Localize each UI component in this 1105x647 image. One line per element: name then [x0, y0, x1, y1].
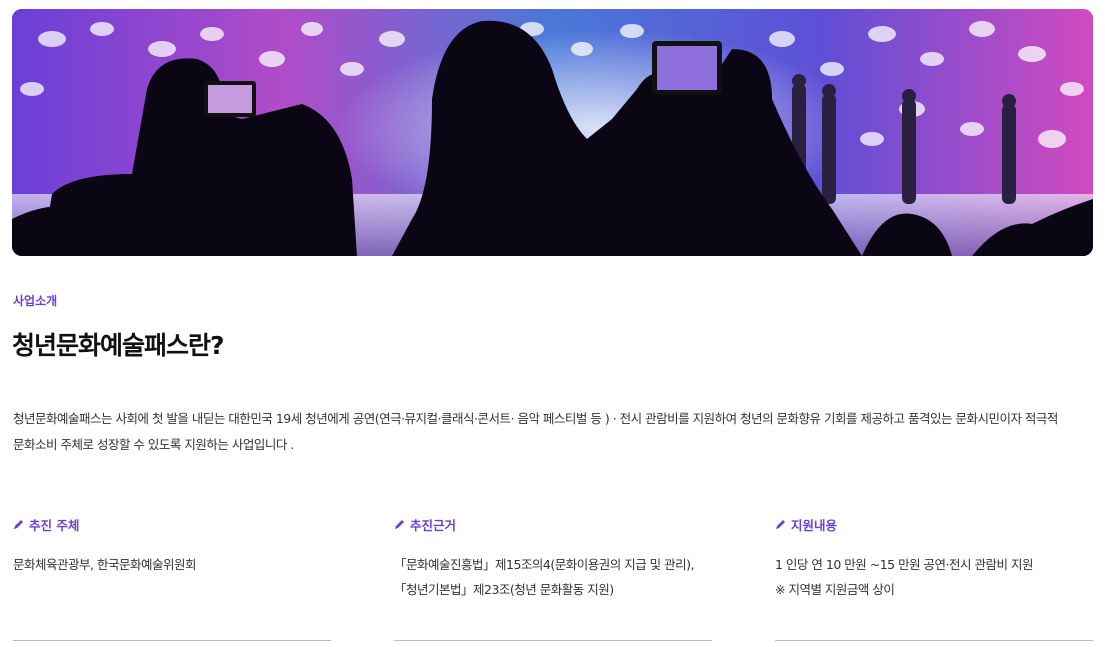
info-column-organizer: 추진 주체 문화체육관광부, 한국문화예술위원회: [13, 514, 331, 641]
info-column-header: 추진근거: [394, 514, 712, 534]
info-column-header: 지원내용: [775, 514, 1093, 534]
pencil-icon: [395, 520, 404, 529]
info-column-body: 「문화예술진흥법」제15조의4(문화이용권의 지급 및 관리), 「청년기본법」…: [394, 552, 712, 602]
divider: [394, 640, 712, 641]
info-line: 「문화예술진흥법」제15조의4(문화이용권의 지급 및 관리),: [394, 557, 695, 572]
hero-banner-image: [12, 9, 1093, 256]
info-line: 문화체육관광부, 한국문화예술위원회: [13, 557, 196, 572]
info-column-body: 문화체육관광부, 한국문화예술위원회: [13, 552, 331, 577]
page-title: 청년문화예술패스란?: [12, 331, 225, 360]
info-line: 1 인당 연 10 만원 ~15 만원 공연·전시 관람비 지원: [775, 557, 1033, 572]
info-column-support: 지원내용 1 인당 연 10 만원 ~15 만원 공연·전시 관람비 지원 ※ …: [775, 514, 1093, 641]
pencil-icon: [776, 520, 785, 529]
info-line: ※ 지역별 지원금액 상이: [775, 582, 895, 597]
description-line: 청년문화예술패스는 사회에 첫 발을 내딛는 대한민국 19세 청년에게 공연(…: [13, 411, 1058, 426]
info-column-label: 추진근거: [410, 517, 457, 533]
info-column-label: 추진 주체: [29, 517, 80, 533]
info-column-label: 지원내용: [791, 517, 838, 533]
divider: [13, 640, 331, 641]
divider: [775, 640, 1093, 641]
info-column-header: 추진 주체: [13, 514, 331, 534]
info-line: 「청년기본법」제23조(청년 문화활동 지원): [394, 582, 614, 597]
description-line: 문화소비 주체로 성장할 수 있도록 지원하는 사업입니다 .: [13, 437, 294, 452]
section-eyebrow: 사업소개: [13, 294, 58, 308]
info-column-legal-basis: 추진근거 「문화예술진흥법」제15조의4(문화이용권의 지급 및 관리), 「청…: [394, 514, 712, 641]
pencil-icon: [14, 520, 23, 529]
program-description: 청년문화예술패스는 사회에 첫 발을 내딛는 대한민국 19세 청년에게 공연(…: [13, 406, 1093, 458]
info-column-body: 1 인당 연 10 만원 ~15 만원 공연·전시 관람비 지원 ※ 지역별 지…: [775, 552, 1093, 602]
